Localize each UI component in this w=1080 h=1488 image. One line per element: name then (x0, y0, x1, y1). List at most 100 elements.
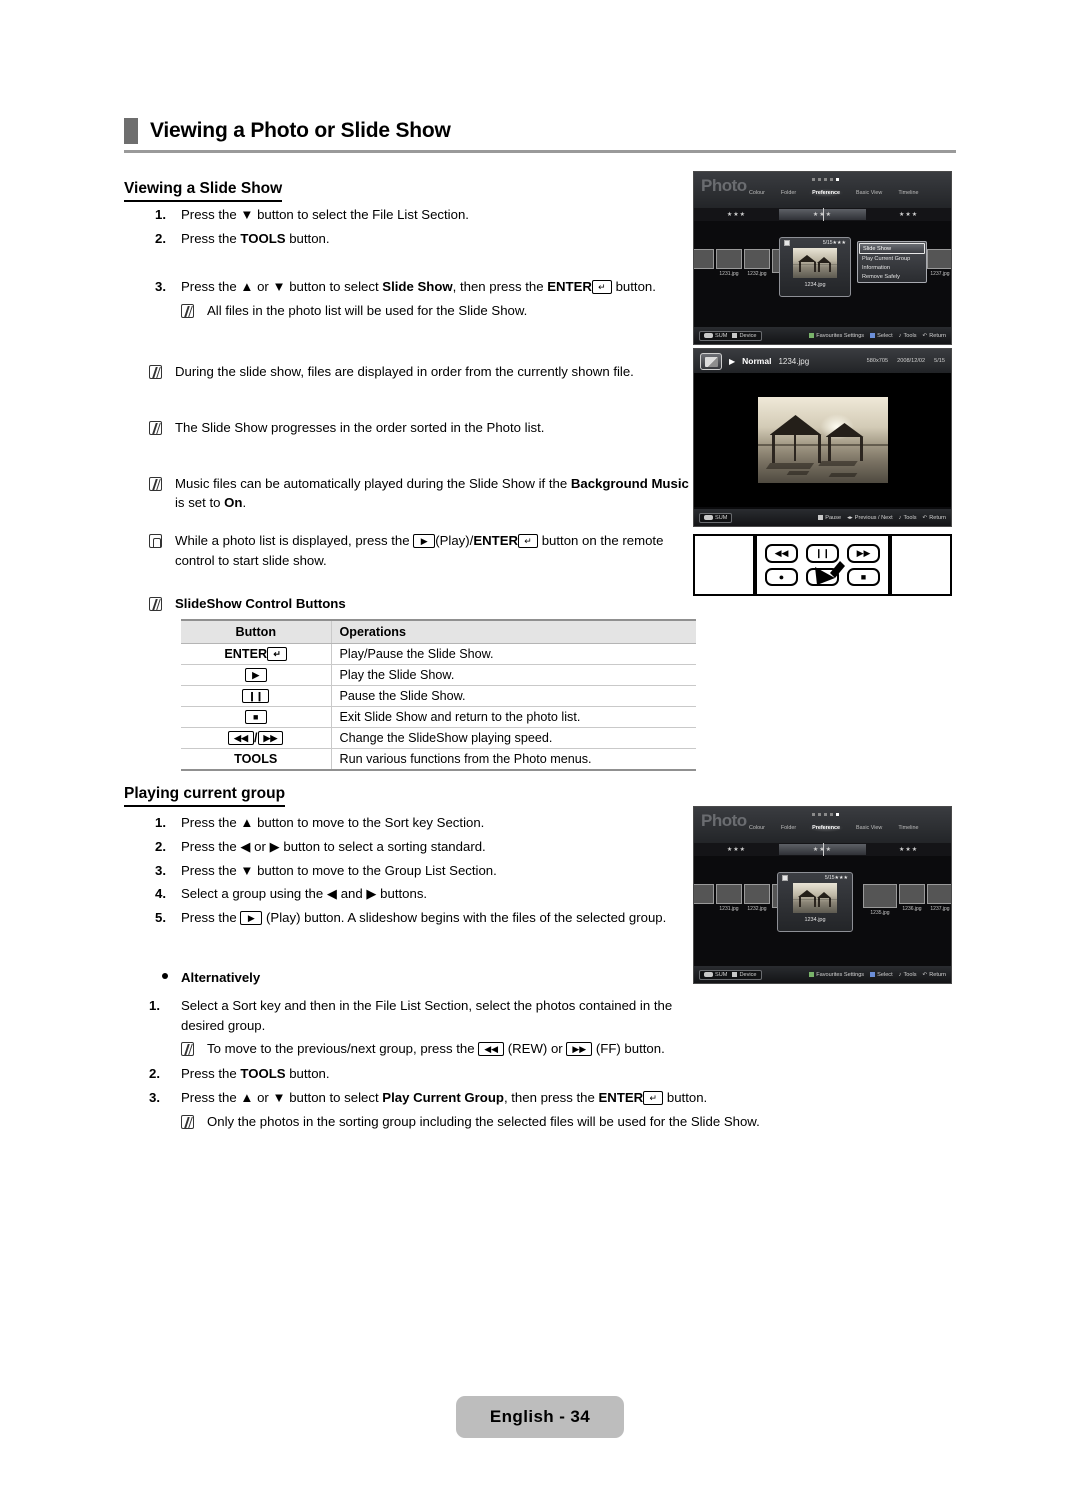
checkbox[interactable] (782, 875, 788, 881)
tv-screenshot-photo-browser-tools: Photo Colour Folder Preference Basic Vie… (693, 171, 952, 345)
tab-colour[interactable]: Colour (746, 824, 768, 832)
list-item[interactable]: 1231.jpg (716, 884, 742, 912)
enter-icon: ↵ (267, 647, 288, 661)
cell-operation: Pause the Slide Show. (331, 685, 696, 707)
list-item: 4. Select a group using the ◀ and ▶ butt… (155, 884, 700, 904)
tools-item[interactable]: ♪ Tools (899, 972, 917, 978)
menu-item-slide-show[interactable]: Slide Show (859, 243, 925, 254)
return-item[interactable]: ↶ Return (923, 515, 946, 521)
table-row: TOOLS Run various functions from the Pho… (181, 748, 696, 771)
step-text-post: (Play) button. A slideshow begins with t… (262, 910, 667, 926)
pause-item[interactable]: Pause (818, 515, 841, 521)
square-icon (870, 972, 876, 977)
rating-stars: ★★★ (832, 240, 846, 246)
note-pencil-icon (149, 594, 175, 615)
table-row: ■ Exit Slide Show and return to the phot… (181, 706, 696, 728)
device-item[interactable]: Device (732, 972, 757, 978)
note-text: During the slide show, files are display… (175, 364, 634, 379)
favourites-settings-item[interactable]: Favourites Settings (809, 972, 864, 978)
step-text-pre: Press the ▲ or ▼ button to select (181, 279, 383, 294)
list-item[interactable]: 1237.jpg (927, 249, 951, 277)
section-heading-viewing-slide-show: Viewing a Slide Show (124, 180, 283, 202)
file-index: 5/15★★★ (823, 240, 846, 246)
list-item[interactable]: 1236.jpg (899, 884, 925, 912)
title-divider (124, 150, 956, 153)
tools-icon: ♪ (898, 514, 902, 521)
tab-timeline[interactable]: Timeline (895, 189, 921, 197)
thumbnail-image (694, 884, 714, 904)
list-item[interactable]: 1235.jpg (863, 884, 897, 916)
thumbnail-name: 1237.jpg (930, 271, 950, 277)
note-text: Music files can be automatically played … (175, 474, 700, 514)
thumbnail-image (716, 249, 742, 269)
remote-stop-button[interactable]: ■ (847, 567, 880, 586)
list-item[interactable] (694, 884, 714, 904)
rating-stars: ★★★ (834, 875, 848, 881)
usb-icon (704, 972, 713, 977)
sort-segment[interactable]: ★★★ (694, 844, 779, 855)
sort-segment[interactable]: ★★★ (866, 209, 951, 220)
select-item[interactable]: Select (870, 333, 893, 339)
selected-file-card[interactable]: 5/15★★★ 1234.jpg (779, 237, 851, 297)
ff-icon: ▶▶ (566, 1042, 593, 1057)
sort-segment[interactable]: ★★★ (866, 844, 951, 855)
enter-icon: ↵ (643, 1090, 664, 1105)
list-item[interactable] (694, 249, 714, 269)
select-item[interactable]: Select (870, 972, 893, 978)
tab-folder[interactable]: Folder (778, 189, 799, 197)
device-item[interactable]: Device (732, 333, 757, 339)
thumbnail-name: 1231.jpg (719, 906, 739, 912)
step-number: 1. (149, 997, 160, 1013)
table-row: ENTER ↵ Play/Pause the Slide Show. (181, 643, 696, 665)
list-item[interactable]: 1232.jpg (744, 884, 770, 912)
tab-basic-view[interactable]: Basic View (853, 189, 885, 197)
tools-item[interactable]: ♪ Tools (899, 515, 917, 521)
list-item[interactable]: 1231.jpg (716, 249, 742, 277)
selected-file-card[interactable]: 5/15★★★ 1234.jpg (777, 872, 853, 932)
viewer-mode: Normal (742, 356, 772, 366)
remote-rew-button[interactable]: ◀◀ (765, 544, 798, 563)
status-left-group: SUM (699, 512, 733, 523)
list-item[interactable]: 1237.jpg (927, 884, 951, 912)
thumbnail-image (716, 884, 742, 904)
cell-button: ❙❙ (181, 685, 332, 707)
previous-next-item[interactable]: ◂▸ Previous / Next (847, 515, 893, 521)
sort-segment[interactable]: ★★★ (694, 209, 779, 220)
tab-timeline[interactable]: Timeline (895, 824, 921, 832)
favourites-settings-item[interactable]: Favourites Settings (809, 333, 864, 339)
tab-folder[interactable]: Folder (778, 824, 799, 832)
note-text: The Slide Show progresses in the order s… (175, 419, 545, 435)
tab-preference[interactable]: Preference (809, 189, 844, 197)
sort-bar: ★★★ ★★★ ★★★ (694, 208, 951, 221)
checkbox[interactable] (784, 240, 790, 246)
viewer-info-bar: ▶ Normal 1234.jpg 580x705 2008/12/02 5/1… (694, 349, 951, 373)
remote-ff-button[interactable]: ▶▶ (847, 544, 880, 563)
return-icon: ↶ (922, 971, 928, 978)
remote-record-button[interactable]: ● (765, 567, 798, 586)
tab-basic-view[interactable]: Basic View (853, 824, 885, 832)
return-item[interactable]: ↶ Return (923, 333, 946, 339)
tab-preference[interactable]: Preference (809, 824, 844, 832)
step-text: Press the TOOLS button. (181, 1064, 849, 1084)
tools-icon: ♪ (898, 971, 902, 978)
menu-item-play-current-group[interactable]: Play Current Group (859, 254, 925, 263)
tab-colour[interactable]: Colour (746, 189, 768, 197)
list-item[interactable]: 1232.jpg (744, 249, 770, 277)
viewer-index: 5/15 (934, 358, 945, 364)
file-count: 5/15 (824, 875, 835, 881)
tools-item[interactable]: ♪ Tools (899, 333, 917, 339)
thumbnail-image (899, 884, 925, 904)
menu-item-remove-safely[interactable]: Remove Safely (859, 272, 925, 281)
cell-button: ◀◀ / ▶▶ (181, 727, 332, 749)
viewer-filename: 1234.jpg (778, 356, 810, 366)
remote-pause-button[interactable]: ❙❙ (806, 544, 839, 563)
cell-button: ■ (181, 706, 332, 728)
menu-item-information[interactable]: Information (859, 263, 925, 272)
tools-label: Tools (903, 332, 917, 339)
tv-tab-bar: Colour Folder Preference Basic View Time… (746, 189, 947, 197)
step-text: Press the ▲ button to move to the Sort k… (181, 815, 485, 830)
return-item[interactable]: ↶ Return (923, 972, 946, 978)
sort-bar: ★★★ ★★★ ★★★ (694, 843, 951, 856)
slide-show-keyword: Slide Show (382, 279, 453, 294)
remote-play-button[interactable]: ▶ (806, 567, 839, 586)
